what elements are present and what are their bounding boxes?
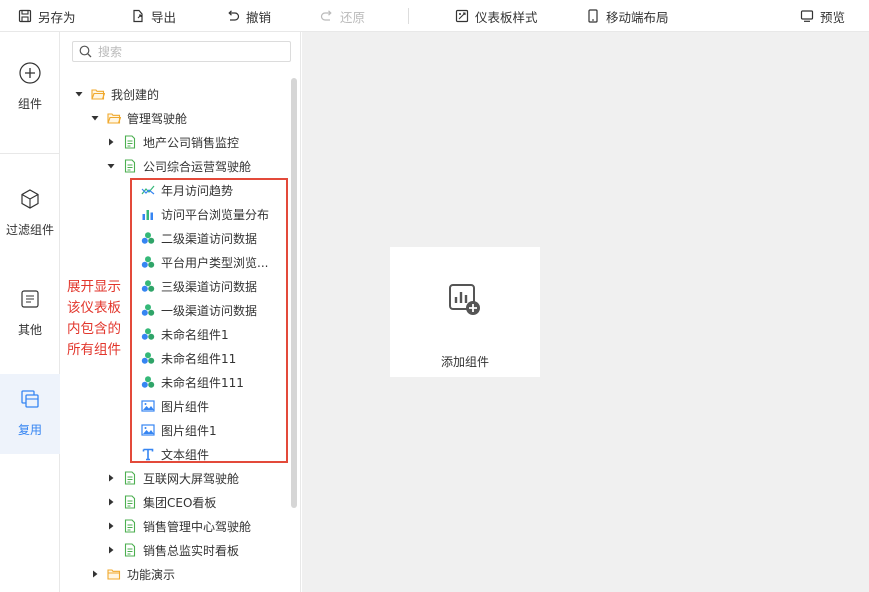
dashboard-style-label: 仪表板样式 bbox=[475, 9, 538, 25]
tree-label: 地产公司销售监控 bbox=[143, 135, 240, 150]
component-tree-panel: 我创建的 管理驾驶舱 地产公司销售监控 公司综合运营驾驶舱 年月访问趋势 访问平… bbox=[61, 32, 301, 592]
undo-label: 撤销 bbox=[246, 9, 272, 25]
caret-right-icon bbox=[109, 474, 114, 482]
export-button[interactable]: 导出 bbox=[131, 0, 176, 32]
folder-open-icon bbox=[107, 113, 121, 124]
mobile-icon bbox=[588, 9, 598, 23]
tree-node-group-ceo[interactable]: 集团CEO看板 bbox=[106, 490, 216, 514]
tree-label: 管理驾驶舱 bbox=[127, 111, 188, 126]
caret-right-icon bbox=[109, 138, 114, 146]
document-icon bbox=[21, 290, 39, 308]
dashboard-file-icon bbox=[124, 159, 136, 173]
search-icon bbox=[79, 45, 92, 58]
folder-open-icon bbox=[91, 89, 105, 100]
tree-label: 销售管理中心驾驶舱 bbox=[143, 519, 252, 534]
caret-down-icon bbox=[91, 116, 99, 121]
preview-label: 预览 bbox=[820, 9, 846, 25]
redo-button[interactable]: 还原 bbox=[320, 0, 365, 32]
rail-item-reuse[interactable]: 复用 bbox=[0, 374, 60, 454]
undo-icon bbox=[228, 10, 240, 21]
plus-circle-icon bbox=[19, 62, 41, 84]
tree-label: 销售总监实时看板 bbox=[143, 543, 240, 558]
caret-right-icon bbox=[109, 546, 114, 554]
add-component-label: 添加组件 bbox=[440, 355, 489, 369]
redo-label: 还原 bbox=[340, 9, 366, 25]
tree-label: 集团CEO看板 bbox=[143, 495, 217, 510]
add-chart-icon bbox=[449, 284, 480, 315]
rail-divider bbox=[0, 153, 60, 154]
caret-down-icon bbox=[75, 92, 83, 97]
search-input[interactable] bbox=[98, 44, 278, 59]
tree-node-company-ops[interactable]: 公司综合运营驾驶舱 bbox=[106, 154, 251, 178]
add-component-card[interactable]: 添加组件 bbox=[390, 247, 540, 377]
tree-node-sales-director[interactable]: 销售总监实时看板 bbox=[106, 538, 239, 562]
highlight-box bbox=[130, 178, 288, 463]
caret-down-icon bbox=[107, 164, 115, 169]
rail-item-filter-components[interactable]: 过滤组件 bbox=[0, 188, 60, 288]
dashboard-file-icon bbox=[124, 519, 136, 533]
tree-scrollbar[interactable] bbox=[291, 78, 297, 508]
export-label: 导出 bbox=[151, 9, 177, 25]
dashboard-file-icon bbox=[124, 471, 136, 485]
preview-button[interactable]: 预览 bbox=[800, 0, 845, 32]
monitor-icon bbox=[800, 10, 814, 22]
dashboard-style-button[interactable]: 仪表板样式 bbox=[455, 0, 538, 32]
tree-node-mgmt-cockpit[interactable]: 管理驾驶舱 bbox=[90, 106, 187, 130]
rail-label-other: 其他 bbox=[17, 323, 42, 337]
annotation-text: 展开显示该仪表板内包含的所有组件 bbox=[67, 279, 121, 358]
tree-label: 公司综合运营驾驶舱 bbox=[143, 159, 252, 174]
dashboard-file-icon bbox=[124, 543, 136, 557]
rail-label-filter: 过滤组件 bbox=[5, 223, 54, 237]
style-icon bbox=[455, 9, 469, 23]
rail-label-reuse: 复用 bbox=[17, 423, 42, 437]
dashboard-file-icon bbox=[124, 135, 136, 149]
toolbar: 另存为 导出 撤销 还原 仪表板样式 移动端布局 预览 bbox=[0, 0, 869, 32]
dashboard-file-icon bbox=[124, 495, 136, 509]
folder-icon bbox=[107, 569, 121, 580]
save-icon bbox=[18, 9, 32, 23]
tree-node-my-created[interactable]: 我创建的 bbox=[74, 82, 159, 106]
mobile-layout-button[interactable]: 移动端布局 bbox=[586, 0, 669, 32]
tree-node-realestate-monitor[interactable]: 地产公司销售监控 bbox=[106, 130, 239, 154]
tree-label: 互联网大屏驾驶舱 bbox=[143, 471, 240, 486]
undo-button[interactable]: 撤销 bbox=[226, 0, 271, 32]
mobile-layout-label: 移动端布局 bbox=[606, 9, 669, 25]
tree-node-internet-screen[interactable]: 互联网大屏驾驶舱 bbox=[106, 466, 239, 490]
left-rail: 组件 过滤组件 其他 复用 bbox=[0, 32, 60, 592]
caret-right-icon bbox=[93, 570, 98, 578]
caret-right-icon bbox=[109, 498, 114, 506]
search-box[interactable] bbox=[72, 41, 291, 62]
cube-icon bbox=[21, 189, 39, 209]
toolbar-divider bbox=[408, 8, 409, 24]
save-as-button[interactable]: 另存为 bbox=[18, 0, 76, 32]
tree-node-sales-center[interactable]: 销售管理中心驾驶舱 bbox=[106, 514, 251, 538]
caret-right-icon bbox=[109, 522, 114, 530]
rail-item-components[interactable]: 组件 bbox=[0, 62, 60, 162]
copy-icon bbox=[21, 390, 39, 408]
tree-node-feature-demo[interactable]: 功能演示 bbox=[90, 562, 175, 586]
save-as-label: 另存为 bbox=[38, 9, 76, 25]
tree-label: 我创建的 bbox=[111, 87, 160, 102]
rail-item-other[interactable]: 其他 bbox=[0, 288, 60, 368]
rail-label-components: 组件 bbox=[17, 97, 42, 111]
redo-icon bbox=[320, 10, 332, 21]
export-icon bbox=[133, 9, 143, 23]
dashboard-canvas[interactable]: 添加组件 bbox=[302, 32, 869, 592]
tree-label: 功能演示 bbox=[127, 567, 176, 582]
